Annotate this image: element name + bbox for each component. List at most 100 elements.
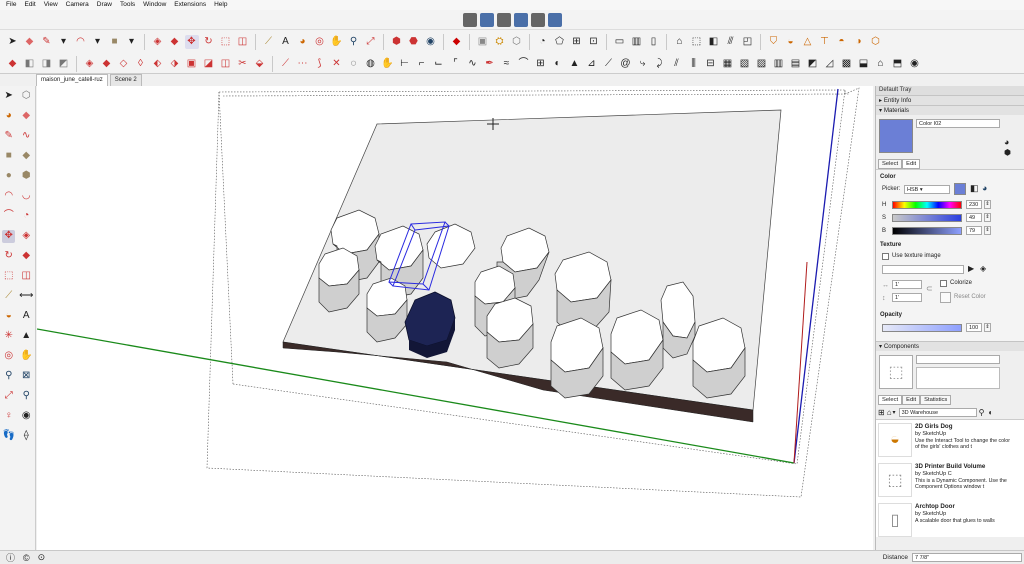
circle-tool-icon[interactable]: ● <box>2 170 15 183</box>
scene-icon[interactable]: ▯ <box>647 35 661 49</box>
stairs-icon[interactable]: ◿ <box>823 57 837 71</box>
house-icon[interactable]: ⌂ <box>673 35 687 49</box>
bend-icon[interactable]: ⤷ <box>636 57 650 71</box>
brightness-slider[interactable] <box>892 227 962 235</box>
corner-icon[interactable]: ⌐ <box>415 57 429 71</box>
layer-icon[interactable]: ▭ <box>613 35 627 49</box>
solid-icon[interactable]: ◪ <box>202 57 216 71</box>
menu-draw[interactable]: Draw <box>93 0 116 10</box>
scale-tool-icon[interactable]: ⬚ <box>219 35 233 49</box>
loop-tool-icon[interactable]: ◍ <box>364 57 378 71</box>
ruler-icon[interactable]: ⊢ <box>398 57 412 71</box>
paint-bucket-icon[interactable]: ◕ <box>296 35 310 49</box>
select-tool-icon[interactable]: ➤ <box>6 35 20 49</box>
h-spinner[interactable]: ⇕ <box>984 200 991 209</box>
reset-color-swatch[interactable] <box>940 292 951 303</box>
material-swatch[interactable] <box>879 119 913 153</box>
link-icon[interactable]: ⊂ <box>926 284 933 293</box>
wave-icon[interactable]: ≈ <box>500 57 514 71</box>
scene-tab-2[interactable]: Scene 2 <box>109 74 142 86</box>
path-icon[interactable]: ⟋ <box>602 57 616 71</box>
search-icon[interactable]: ⚲ <box>979 408 985 417</box>
cube-tool-icon[interactable]: ◨ <box>40 57 54 71</box>
outer-shell-icon[interactable]: ⬗ <box>168 57 182 71</box>
roof-icon[interactable]: ⌂ <box>874 57 888 71</box>
line-tool-icon[interactable]: ✎ <box>2 130 15 143</box>
right-view-icon[interactable] <box>513 12 528 27</box>
section-plane-icon[interactable]: ⊞ <box>570 35 584 49</box>
edit-texture-icon[interactable]: ◈ <box>980 264 986 273</box>
menu-extensions[interactable]: Extensions <box>170 0 210 10</box>
s-value-field[interactable]: 49 <box>966 213 982 222</box>
menu-help[interactable]: Help <box>210 0 231 10</box>
view-options-icon[interactable]: ⊞ <box>878 408 885 417</box>
colorize-checkbox[interactable] <box>940 280 947 287</box>
materials-tab-edit[interactable]: Edit <box>902 159 921 169</box>
menu-view[interactable]: View <box>40 0 62 10</box>
home-icon[interactable]: ⌂ <box>887 408 892 417</box>
trim-icon[interactable]: ◊ <box>134 57 148 71</box>
spiral-icon[interactable]: @ <box>619 57 633 71</box>
h-value-field[interactable]: 230 <box>966 200 982 209</box>
pencil-tool-icon[interactable]: ✎ <box>40 35 54 49</box>
model-viewport[interactable] <box>37 86 873 550</box>
pie-tool-icon[interactable]: ◔ <box>20 210 33 223</box>
box-icon[interactable]: ⬚ <box>690 35 704 49</box>
warehouse-icon[interactable]: ⬢ <box>390 35 404 49</box>
tape-measure-icon[interactable]: ⟋ <box>262 35 276 49</box>
components-tab-statistics[interactable]: Statistics <box>920 395 952 405</box>
material-name-field[interactable]: Color I02 <box>916 119 1000 128</box>
axes-icon[interactable]: ⊡ <box>587 35 601 49</box>
section-plane-icon[interactable]: ⟠ <box>20 430 33 443</box>
hatch2-icon[interactable]: ▨ <box>755 57 769 71</box>
move-tool-icon[interactable]: ✥ <box>184 35 199 49</box>
dropdown-icon[interactable]: ▾ <box>125 35 139 49</box>
style-icon[interactable]: ▥ <box>630 35 644 49</box>
inspect-icon[interactable]: ⬙ <box>253 57 267 71</box>
list-item[interactable]: ▯ Archtop Door by SketchUp A scalable do… <box>878 503 1018 537</box>
iso-view-icon[interactable] <box>462 12 477 27</box>
protractor-icon[interactable]: ◒ <box>784 35 798 49</box>
list-item[interactable]: ⬚ 3D Printer Build Volume by SketchUp C … <box>878 463 1018 501</box>
rotate-tool-icon[interactable]: ↻ <box>202 35 216 49</box>
components-header[interactable]: ▾ Components <box>876 341 1024 351</box>
cube-icon[interactable]: ◧ <box>707 35 721 49</box>
twist-icon[interactable]: ⤸ <box>653 57 667 71</box>
share-model-icon[interactable]: ◉ <box>424 35 438 49</box>
angle-icon[interactable]: ◓ <box>835 35 849 49</box>
xray-icon[interactable]: ▣ <box>476 35 490 49</box>
materials-header[interactable]: ▾ Materials <box>876 105 1024 115</box>
offset-tool-icon[interactable]: ◫ <box>20 270 33 283</box>
list-item[interactable]: ◒ 2D Girls Dog by SketchUp Use the Inter… <box>878 423 1018 461</box>
axes-tool-icon[interactable]: ✳ <box>2 330 15 343</box>
polygon-tool-icon[interactable]: ⬢ <box>20 170 33 183</box>
menu-file[interactable]: File <box>2 0 20 10</box>
arc-tool-icon[interactable]: ◠ <box>2 190 15 203</box>
hatch-icon[interactable]: ▧ <box>738 57 752 71</box>
previous-view-icon[interactable]: ⚲ <box>20 390 33 403</box>
texture-height-field[interactable]: 1' <box>892 293 922 302</box>
polygon-icon[interactable]: ⬡ <box>869 35 883 49</box>
cone-icon[interactable]: ▲ <box>568 57 582 71</box>
dimension-icon[interactable]: ⊤ <box>818 35 832 49</box>
loft-icon[interactable]: ⊿ <box>585 57 599 71</box>
saturation-slider[interactable] <box>892 214 962 222</box>
mesh2-icon[interactable]: ▩ <box>840 57 854 71</box>
wall-icon[interactable]: ⬓ <box>857 57 871 71</box>
extension-warehouse-icon[interactable]: ⬣ <box>407 35 421 49</box>
component-search-input[interactable]: 3D Warehouse <box>898 407 977 417</box>
menu-edit[interactable]: Edit <box>20 0 39 10</box>
rectangle-tool-icon[interactable]: ■ <box>108 35 122 49</box>
bars2-icon[interactable]: ▤ <box>789 57 803 71</box>
rotate-tool-icon[interactable]: ↻ <box>2 250 15 263</box>
hand-tool-icon[interactable]: ✋ <box>381 57 395 71</box>
spline-icon[interactable]: ∿ <box>466 57 480 71</box>
offset-tool-icon[interactable]: ◫ <box>236 35 250 49</box>
zoom-tool-icon[interactable]: ⚲ <box>2 370 15 383</box>
3d-text-icon[interactable]: ▲ <box>20 330 33 343</box>
dropdown-icon[interactable]: ▾ <box>893 409 896 416</box>
move-tool-icon[interactable]: ✥ <box>2 229 16 243</box>
opacity-slider[interactable] <box>882 324 962 332</box>
hue-slider[interactable] <box>892 201 962 209</box>
b-value-field[interactable]: 79 <box>966 226 982 235</box>
